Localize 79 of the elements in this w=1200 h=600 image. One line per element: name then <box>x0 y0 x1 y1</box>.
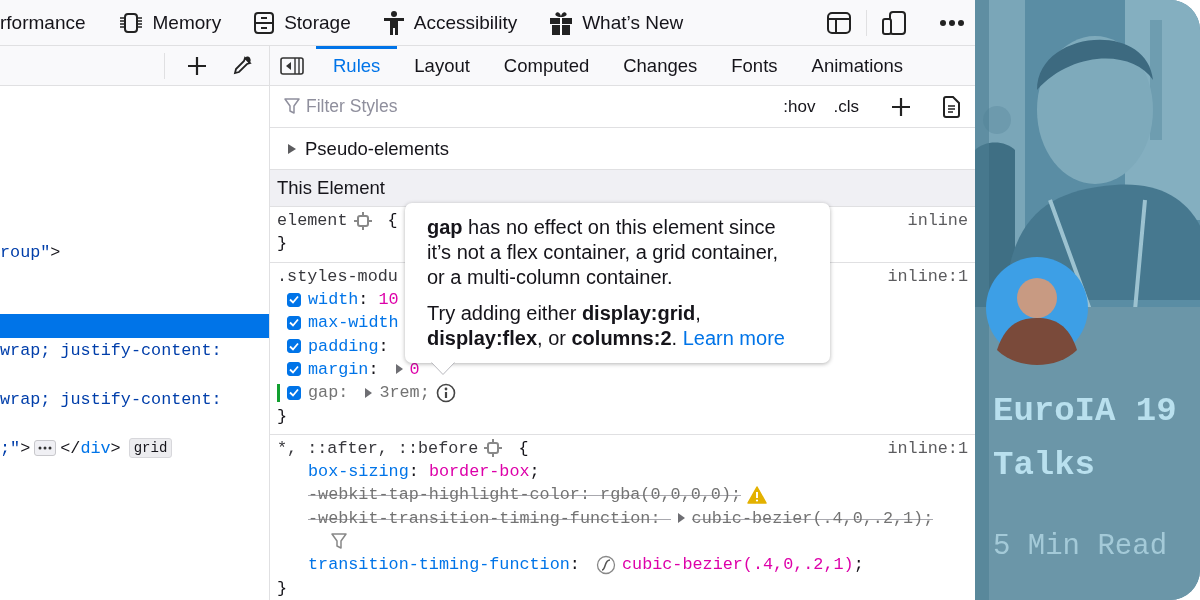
panel-tab[interactable]: Animations <box>794 46 921 85</box>
layout-icon[interactable] <box>826 10 852 35</box>
css-declaration: 3rem; <box>379 383 430 403</box>
display-badge[interactable]: grid <box>128 438 173 459</box>
markup-text: wrap; justify-content: <box>0 340 222 360</box>
panel-tab[interactable]: Layout <box>397 46 487 85</box>
devtools-tab[interactable]: What’s New <box>546 2 687 43</box>
eyedropper-icon[interactable] <box>231 54 253 77</box>
add-node-icon[interactable] <box>187 55 207 76</box>
panel-tab[interactable]: Fonts <box>714 46 795 85</box>
expand-icon[interactable] <box>364 386 374 399</box>
ellipsis-icon <box>38 446 53 451</box>
filter-field[interactable]: Filter Styles <box>306 96 506 117</box>
css-selector: { <box>386 211 398 231</box>
timing-function-icon[interactable] <box>596 554 616 575</box>
css-declaration: margin: <box>308 359 380 379</box>
css-selector: *, ::after, ::before <box>277 438 479 458</box>
panel-tab[interactable]: Rules <box>316 46 398 85</box>
css-declaration: box-sizing: border-box; <box>308 462 540 482</box>
css-declaration: padding: <box>308 336 390 356</box>
devtools-tab[interactable]: Accessibility <box>379 2 521 43</box>
learn-more-link[interactable]: Learn more <box>682 327 785 349</box>
document-icon[interactable] <box>941 95 961 118</box>
toggle-button[interactable]: .cls <box>831 96 861 117</box>
expand-button[interactable] <box>34 440 57 457</box>
markup-text: </div> <box>60 438 121 458</box>
checkbox[interactable] <box>287 339 301 354</box>
source-link[interactable]: inline:1 <box>887 264 968 288</box>
closing-brace: } <box>277 234 288 254</box>
css-declaration: max-width <box>308 313 399 333</box>
node-highlight-icon[interactable] <box>353 211 372 230</box>
tooltip-text: Try adding either display:grid, display:flex, or columns:2. Learn more <box>427 301 786 351</box>
filter-icon <box>331 533 347 550</box>
section-header: This Element <box>270 170 975 207</box>
closing-brace: } <box>277 578 288 598</box>
node-highlight-icon[interactable] <box>484 439 503 458</box>
markup-text: roup"> <box>0 242 61 262</box>
checkbox[interactable] <box>287 315 301 330</box>
panel-tab[interactable]: Computed <box>486 46 607 85</box>
source-link[interactable]: inline <box>907 209 968 233</box>
tooltip-text: gap has no effect on this element since it’s not a flex container, a grid container, or a multi-column container. <box>427 215 779 290</box>
closing-brace: } <box>277 406 288 426</box>
filter-icon <box>284 98 300 115</box>
read-time: 5 Min Read <box>993 530 1168 563</box>
info-icon[interactable] <box>435 382 456 403</box>
devtools-tab[interactable]: Storage <box>250 2 354 43</box>
source-link[interactable]: inline:1 <box>887 436 968 460</box>
css-declaration: cubic-bezier(.4,0,.2,1); <box>622 555 864 575</box>
sidebar-toggle-icon[interactable] <box>280 55 304 76</box>
more-icon[interactable] <box>939 18 965 27</box>
checkbox[interactable] <box>287 385 301 400</box>
css-selector: { <box>517 438 529 458</box>
css-selector: element <box>277 211 348 231</box>
css-declaration: 0 <box>409 359 420 379</box>
accessibility-icon <box>382 9 405 36</box>
devtools-tab[interactable]: rformance <box>0 2 89 43</box>
expand-icon[interactable] <box>676 512 686 525</box>
gift-icon <box>549 9 574 36</box>
selected-node-row[interactable] <box>0 313 269 338</box>
chip-icon <box>117 10 144 35</box>
checkbox[interactable] <box>287 292 301 307</box>
expand-icon[interactable] <box>394 363 404 376</box>
panel-tab[interactable]: Changes <box>606 46 715 85</box>
css-declaration: transition-timing-function: <box>308 555 581 575</box>
article-title: EuroIA 19 <box>993 391 1177 432</box>
devtools-tab[interactable]: Memory <box>114 2 225 43</box>
css-selector: .styles-modu <box>277 266 398 286</box>
css-declaration: width: 10 <box>308 290 399 310</box>
checkbox[interactable] <box>287 362 301 377</box>
cabinet-icon <box>253 10 276 35</box>
add-rule-icon[interactable] <box>891 96 911 117</box>
markup-text: ;"> <box>0 438 31 458</box>
responsive-design-icon[interactable] <box>881 9 907 36</box>
css-declaration: gap: <box>308 383 350 403</box>
expand-icon[interactable] <box>287 142 297 155</box>
article-title: Talks <box>993 445 1097 486</box>
toggle-button[interactable]: :hov <box>781 96 818 117</box>
markup-text: wrap; justify-content: <box>0 389 222 409</box>
section-toggle[interactable]: Pseudo-elements <box>305 137 449 160</box>
